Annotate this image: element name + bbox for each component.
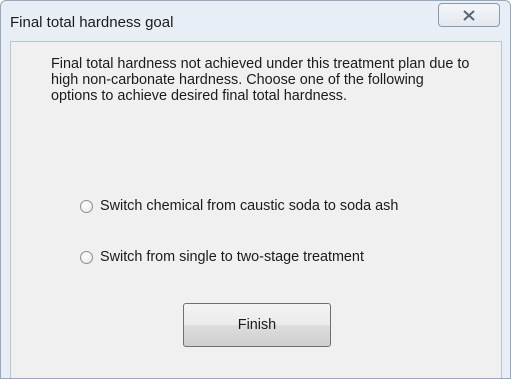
window-title: Final total hardness goal [10,14,174,31]
radio-single-to-two-stage[interactable] [80,250,93,264]
close-icon [463,10,475,21]
radio-caustic-to-soda-ash[interactable] [80,199,93,213]
dialog-message: Final total hardness not achieved under … [51,56,470,104]
option-label: Switch chemical from caustic soda to sod… [100,198,399,214]
finish-button[interactable]: Finish [183,303,331,347]
close-button[interactable] [438,3,500,27]
option-label: Switch from single to two-stage treatmen… [100,249,364,265]
option-caustic-to-soda-ash[interactable]: Switch chemical from caustic soda to sod… [80,197,398,215]
option-single-to-two-stage[interactable]: Switch from single to two-stage treatmen… [80,248,364,266]
dialog-window: Final total hardness goal Final total ha… [0,0,511,379]
title-bar[interactable]: Final total hardness goal [1,1,510,41]
